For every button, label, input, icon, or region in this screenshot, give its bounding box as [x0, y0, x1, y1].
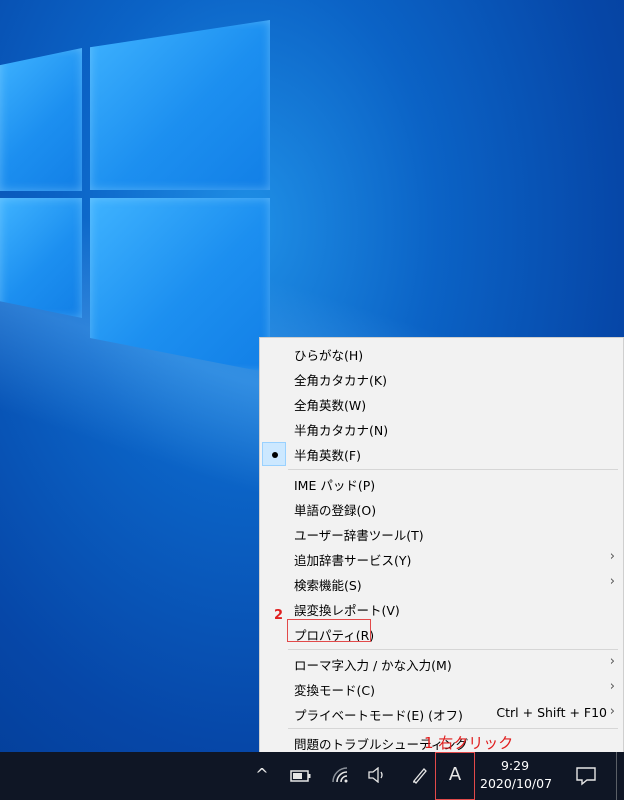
menu-item-label: ひらがな(H) [294, 348, 364, 363]
menu-separator [288, 728, 618, 729]
logo-pane-top-right [90, 20, 270, 190]
taskbar: ^ A 9:29 2020/10/07 [0, 752, 624, 800]
notification-icon[interactable] [575, 766, 597, 786]
speaker-icon[interactable] [367, 766, 387, 784]
menu-item-label: 検索機能(S) [294, 578, 362, 593]
menu-item-label: 変換モード(C) [294, 683, 375, 698]
battery-icon[interactable] [290, 768, 312, 782]
menu-item-user-dictionary[interactable]: ユーザー辞書ツール(T) [260, 521, 624, 546]
clock[interactable]: 9:29 2020/10/07 [480, 757, 553, 793]
menu-item-label: 全角英数(W) [294, 398, 367, 413]
submenu-arrow-icon: › [609, 679, 615, 694]
menu-item-zenkaku-katakana[interactable]: 全角カタカナ(K) [260, 366, 624, 391]
menu-item-label: プライベートモード(E) (オフ) [294, 708, 463, 723]
menu-item-word-register[interactable]: 単語の登録(O) [260, 496, 624, 521]
menu-item-label: 誤変換レポート(V) [294, 603, 400, 618]
menu-item-label: 半角英数(F) [294, 448, 361, 463]
clock-date: 2020/10/07 [480, 776, 553, 791]
highlight-box-ime [435, 752, 475, 800]
clock-time: 9:29 [500, 758, 530, 773]
menu-separator [288, 469, 618, 470]
checked-indicator [262, 442, 286, 466]
menu-item-label: 単語の登録(O) [294, 503, 377, 518]
menu-item-label: ユーザー辞書ツール(T) [294, 528, 424, 543]
menu-item-private-mode[interactable]: プライベートモード(E) (オフ) Ctrl + Shift + F10 › [260, 701, 624, 726]
shortcut-label: Ctrl + Shift + F10 [496, 705, 607, 720]
show-desktop-button[interactable] [616, 752, 617, 800]
pen-icon[interactable] [410, 765, 430, 785]
menu-item-additional-dictionary[interactable]: 追加辞書サービス(Y) › [260, 546, 624, 571]
menu-item-hankaku-katakana[interactable]: 半角カタカナ(N) [260, 416, 624, 441]
menu-item-hiragana[interactable]: ひらがな(H) [260, 341, 624, 366]
logo-pane-bottom-left [0, 198, 82, 318]
tray-expand-button[interactable]: ^ [252, 765, 272, 784]
highlight-box-properties [287, 619, 371, 642]
menu-item-label: 追加辞書サービス(Y) [294, 553, 412, 568]
submenu-arrow-icon: › [609, 704, 615, 719]
menu-item-label: 全角カタカナ(K) [294, 373, 387, 388]
wifi-icon[interactable] [331, 766, 351, 784]
step-2-label: 2 [274, 608, 284, 623]
menu-item-search[interactable]: 検索機能(S) › [260, 571, 624, 596]
menu-item-conversion-mode[interactable]: 変換モード(C) › [260, 676, 624, 701]
step-1-label: 1 右クリック [424, 734, 514, 752]
menu-item-label: 半角カタカナ(N) [294, 423, 389, 438]
ime-context-menu: ひらがな(H) 全角カタカナ(K) 全角英数(W) 半角カタカナ(N) 半角英数… [259, 337, 624, 755]
menu-item-label: ローマ字入力 / かな入力(M) [294, 658, 452, 673]
submenu-arrow-icon: › [609, 549, 615, 564]
menu-item-hankaku-eisu[interactable]: 半角英数(F) [260, 441, 624, 466]
menu-item-zenkaku-eisu[interactable]: 全角英数(W) [260, 391, 624, 416]
menu-item-label: IME パッド(P) [294, 478, 376, 493]
menu-separator [288, 649, 618, 650]
menu-item-error-report[interactable]: 誤変換レポート(V) [260, 596, 624, 621]
radio-dot-icon [272, 452, 278, 458]
menu-item-ime-pad[interactable]: IME パッド(P) [260, 471, 624, 496]
logo-pane-top-left [0, 48, 82, 191]
menu-item-romaji-kana[interactable]: ローマ字入力 / かな入力(M) › [260, 651, 624, 676]
submenu-arrow-icon: › [609, 574, 615, 589]
submenu-arrow-icon: › [609, 654, 615, 669]
